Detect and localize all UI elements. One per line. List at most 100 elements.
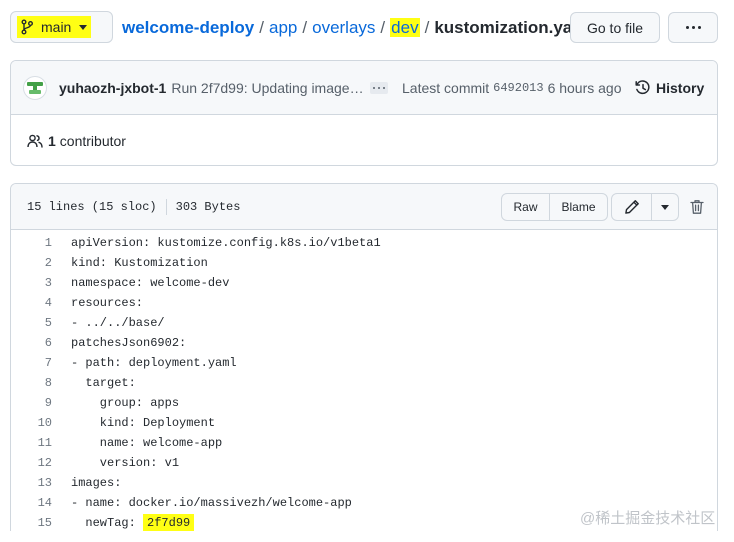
line-content: apiVersion: kustomize.config.k8s.io/v1be… (71, 236, 381, 250)
breadcrumb: welcome-deploy / app / overlays / dev / kustomiz… (122, 18, 592, 38)
expand-commit-message-button[interactable] (369, 81, 388, 94)
code-line: 6 patchesJson6902: (11, 333, 717, 353)
line-content: target: (71, 376, 136, 390)
line-content: namespace: welcome-dev (71, 276, 230, 290)
contributors-row[interactable]: 1 contributor (11, 115, 717, 165)
git-branch-icon (21, 19, 33, 35)
line-content: group: apps (71, 396, 180, 410)
branch-select-button[interactable]: main (10, 11, 113, 43)
line-number[interactable]: 15 (11, 516, 52, 530)
file-header: 15 lines (15 sloc) 303 Bytes Raw Blame (11, 184, 717, 230)
file-info: 15 lines (15 sloc) 303 Bytes (27, 184, 240, 230)
commit-sha-link[interactable]: 6492013 (493, 81, 543, 95)
line-number[interactable]: 9 (11, 396, 52, 410)
ellipsis-icon (372, 86, 385, 89)
pencil-icon (624, 200, 639, 214)
breadcrumb-separator: / (259, 18, 264, 37)
line-number[interactable]: 7 (11, 356, 52, 370)
code-line: 3 namespace: welcome-dev (11, 273, 717, 293)
line-number[interactable]: 14 (11, 496, 52, 510)
line-number[interactable]: 8 (11, 376, 52, 390)
line-content: kind: Deployment (71, 416, 216, 430)
file-line-count: 15 lines (15 sloc) (27, 200, 157, 214)
line-number[interactable]: 1 (11, 236, 52, 250)
edit-group (611, 193, 679, 221)
breadcrumb-separator: / (380, 18, 386, 37)
code-line: 11 name: welcome-app (11, 433, 717, 453)
kebab-horizontal-icon (685, 26, 701, 29)
blame-button[interactable]: Blame (549, 194, 607, 220)
info-divider (165, 199, 167, 215)
highlighted-tag: 2f7d99 (143, 514, 195, 531)
line-number[interactable]: 3 (11, 276, 52, 290)
code-line: 8 target: (11, 373, 717, 393)
breadcrumb-overlays-link[interactable]: overlays (312, 18, 375, 37)
file-viewer: 15 lines (15 sloc) 303 Bytes Raw Blame 1 (10, 183, 718, 531)
line-content: name: welcome-app (71, 436, 223, 450)
more-options-button[interactable] (668, 12, 718, 43)
code-view: 1 apiVersion: kustomize.config.k8s.io/v1b… (11, 230, 717, 531)
caret-down-icon (79, 24, 88, 30)
line-number[interactable]: 12 (11, 456, 52, 470)
commit-author-link[interactable]: yuhaozh-jxbot-1 (59, 80, 166, 96)
delete-file-button[interactable] (687, 196, 707, 218)
line-number[interactable]: 4 (11, 296, 52, 310)
code-line: 9 group: apps (11, 393, 717, 413)
code-line: 10 kind: Deployment (11, 413, 717, 433)
code-line: 1 apiVersion: kustomize.config.k8s.io/v1b… (11, 233, 717, 253)
breadcrumb-file-name: kustomization.yaml (434, 18, 593, 37)
line-number[interactable]: 10 (11, 416, 52, 430)
commit-message-link[interactable]: Run 2f7d99: Updating image… (171, 80, 363, 96)
line-number[interactable]: 2 (11, 256, 52, 270)
people-icon (27, 134, 43, 148)
line-content: kind: Kustomization (71, 256, 208, 270)
line-number[interactable]: 13 (11, 476, 52, 490)
code-line: 5 - ../../base/ (11, 313, 717, 333)
branch-highlight: main (17, 16, 92, 38)
edit-file-button[interactable] (612, 194, 651, 220)
avatar[interactable] (23, 75, 47, 100)
branch-name: main (41, 19, 72, 35)
code-line: 13 images: (11, 473, 717, 493)
line-content: resources: (71, 296, 144, 310)
go-to-file-button[interactable]: Go to file (570, 12, 660, 43)
edit-options-dropdown[interactable] (651, 194, 678, 220)
code-line: 4 resources: (11, 293, 717, 313)
history-icon (635, 80, 650, 95)
line-number[interactable]: 5 (11, 316, 52, 330)
line-content: - ../../base/ (71, 316, 165, 330)
history-link[interactable]: History (635, 61, 704, 115)
latest-commit-label: Latest commit (402, 80, 490, 96)
file-navigation: main welcome-deploy / app / overlays / dev / kus… (10, 10, 718, 44)
breadcrumb-dev-link[interactable]: dev (390, 18, 420, 37)
commit-time: 6 hours ago (547, 80, 622, 96)
trash-icon (690, 200, 704, 214)
code-line: 2 kind: Kustomization (11, 253, 717, 273)
history-label: History (656, 80, 705, 96)
line-number[interactable]: 11 (11, 436, 52, 450)
breadcrumb-separator: / (424, 18, 430, 37)
line-content: - name: docker.io/massivezh/welcome-app (71, 496, 352, 510)
latest-commit-row: yuhaozh-jxbot-1 Run 2f7d99: Updating ima… (11, 61, 717, 115)
line-content: images: (71, 476, 122, 490)
breadcrumb-app-link[interactable]: app (269, 18, 297, 37)
line-number[interactable]: 6 (11, 336, 52, 350)
contributor-label: contributor (59, 132, 126, 149)
code-line: 7 - path: deployment.yaml (11, 353, 717, 373)
line-content: newTag: 2f7d99 (52, 514, 195, 531)
line-content: - path: deployment.yaml (71, 356, 237, 370)
breadcrumb-separator: / (302, 18, 308, 37)
bot-avatar-icon (27, 81, 43, 94)
line-content: patchesJson6902: (71, 336, 187, 350)
code-line: 12 version: v1 (11, 453, 717, 473)
watermark: @稀土掘金技术社区 (580, 510, 716, 527)
contributor-count: 1 (48, 132, 56, 149)
line-content: version: v1 (71, 456, 180, 470)
commit-box: yuhaozh-jxbot-1 Run 2f7d99: Updating ima… (10, 60, 718, 166)
file-size: 303 Bytes (175, 200, 241, 214)
caret-down-icon (661, 204, 669, 210)
raw-blame-group: Raw Blame (501, 193, 608, 221)
raw-button[interactable]: Raw (502, 194, 549, 220)
breadcrumb-repo-link[interactable]: welcome-deploy (122, 18, 254, 37)
commit-meta: Latest commit 6492013 6 hours ago (402, 61, 622, 115)
